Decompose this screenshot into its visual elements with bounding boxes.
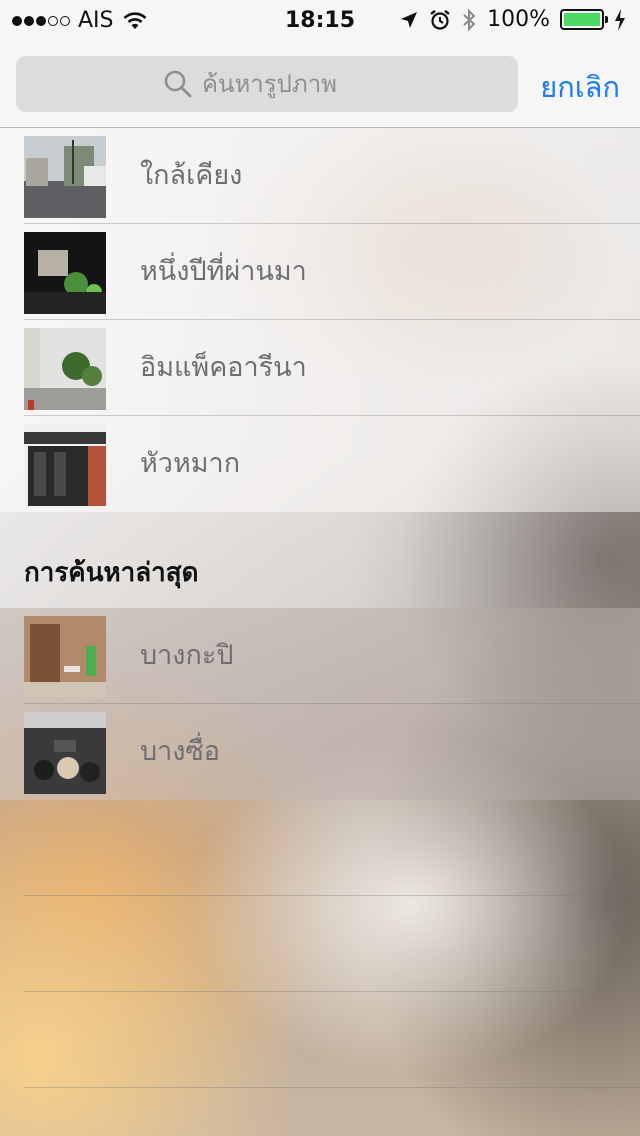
suggestion-label: ใกล้เคียง [140,160,243,191]
divider [24,895,640,896]
top-bar: AIS 18:15 100% ค้นหารูปภาพ ยกเลิก [0,0,640,128]
search-icon [164,70,192,98]
bluetooth-icon [463,8,476,31]
search-field[interactable] [16,56,518,112]
thumbnail-bang-kapi [24,616,106,698]
list-item[interactable]: หนึ่งปีที่ผ่านมา [0,224,640,320]
cancel-button[interactable]: ยกเลิก [540,64,620,110]
thumbnail-nearby [24,136,106,218]
suggestion-label: อิมแพ็คอารีนา [140,352,307,383]
list-item[interactable]: ใกล้เคียง [0,128,640,224]
thumbnail-one-year-ago [24,232,106,314]
list-item[interactable]: บางกะปิ [0,608,640,704]
battery-percent: 100% [487,7,550,32]
thumbnail-hua-mak [24,424,106,506]
thumbnail-bang-sue [24,712,106,794]
list-item[interactable]: อิมแพ็คอารีนา [0,320,640,416]
status-right: 100% [399,7,626,32]
location-arrow-icon [401,11,418,28]
charging-bolt-icon [615,8,625,31]
thumbnail-impact-arena [24,328,106,410]
suggestion-label: หนึ่งปีที่ผ่านมา [140,256,307,287]
recent-search-label: บางกะปิ [140,640,234,671]
list-item[interactable]: หัวหมาก [0,416,640,512]
battery-icon [560,9,608,30]
section-title: การค้นหาล่าสุด [24,558,199,588]
divider [24,1087,640,1088]
list-item[interactable]: บางซื่อ [0,704,640,800]
recent-searches-header: การค้นหาล่าสุด [0,512,640,608]
suggestion-label: หัวหมาก [140,448,241,479]
divider [24,991,640,992]
alarm-clock-icon [430,9,450,30]
search-input[interactable] [202,70,372,98]
recent-search-label: บางซื่อ [140,736,221,767]
status-bar: AIS 18:15 100% [0,0,640,40]
